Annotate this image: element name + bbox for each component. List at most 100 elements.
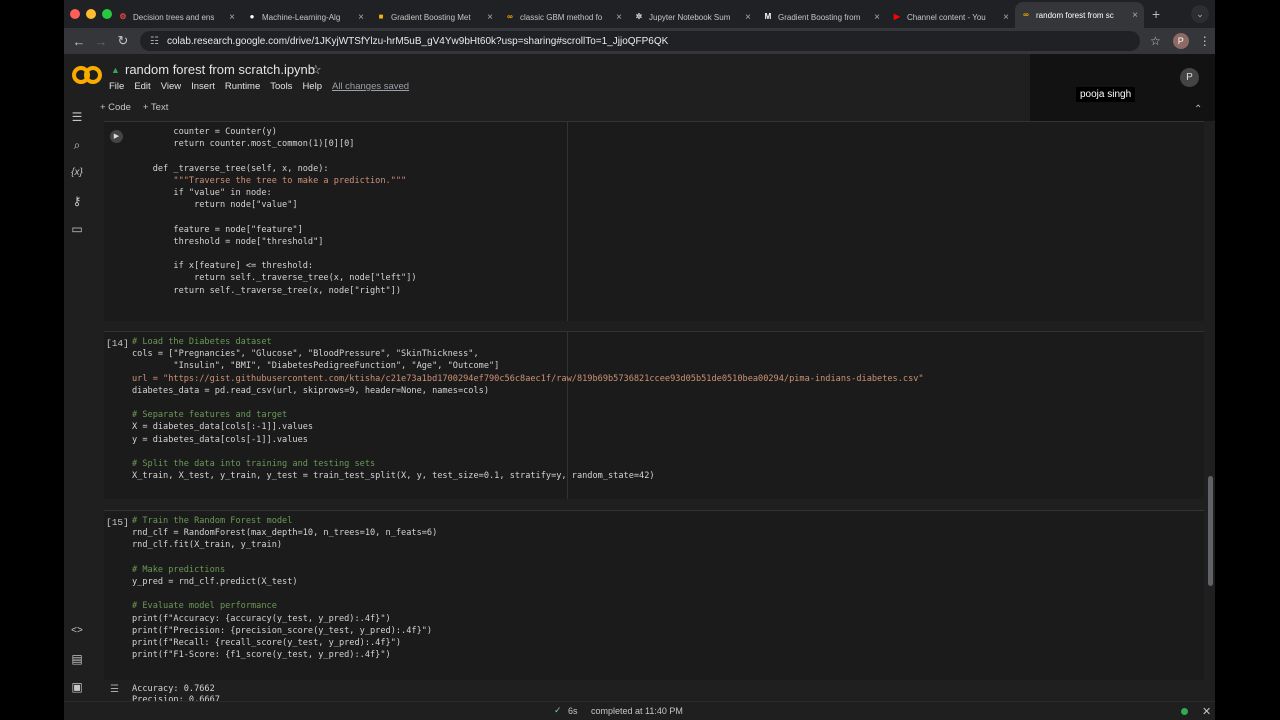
code-snippets-icon[interactable]: <> [70,624,84,638]
code-cell[interactable]: [15] # Train the Random Forest model rnd_… [104,510,1204,680]
menu-insert[interactable]: Insert [191,81,215,92]
youtube-icon: ▶ [893,12,901,21]
code-line: y = diabetes_data[cols[-1]].values [132,434,308,445]
new-tab-icon[interactable]: + [1144,6,1168,22]
cell-source[interactable]: # Train the Random Forest model rnd_clf =… [132,511,1204,680]
colab-icon: ∞ [507,12,513,21]
url-text: colab.research.google.com/drive/1JKyjWTS… [166,35,669,47]
menu-help[interactable]: Help [302,81,322,92]
code-line: """Traverse the tree to make a predictio… [132,175,407,186]
tab-search-icon[interactable]: ⌄ [1191,5,1209,23]
browser-tab[interactable]: M Gradient Boosting from × [757,6,886,28]
browser-tab[interactable]: ● Machine-Learning-Alg × [241,6,370,28]
close-tab-icon[interactable]: × [745,12,751,23]
address-toolbar: ← → ↻ ☷ colab.research.google.com/drive/… [64,28,1215,54]
bookmark-star-icon[interactable]: ☆ [1150,34,1161,48]
browser-menu-icon[interactable]: ⋮ [1199,34,1211,48]
address-bar[interactable]: ☷ colab.research.google.com/drive/1JKyjW… [140,31,1140,51]
code-line: threshold = node["threshold"] [132,236,324,247]
output-menu-icon[interactable]: ☰ [110,684,119,695]
close-tab-icon[interactable]: × [1003,12,1009,23]
code-line: counter = Counter(y) [132,127,277,137]
tab-strip: ⚙ Decision trees and ens × ● Machine-Learnin… [64,0,1215,28]
terminal-icon[interactable]: ▣ [70,680,84,694]
code-line: # Load the Diabetes dataset [132,337,272,347]
files-folder-icon[interactable]: ▭ [70,222,84,236]
scrollbar-thumb[interactable] [1208,476,1213,586]
command-palette-icon[interactable]: ▤ [70,652,84,666]
colab-icon: ∞ [1023,10,1029,19]
profile-avatar[interactable]: P [1172,33,1189,49]
menu-file[interactable]: File [109,81,124,92]
cell-source[interactable]: # Load the Diabetes dataset cols = ["Preg… [132,332,1204,499]
code-line: cols = ["Pregnancies", "Glucose", "Blood… [132,349,479,360]
menu-tools[interactable]: Tools [270,81,292,92]
tab-title: Gradient Boosting Met [391,12,471,22]
table-of-contents-icon[interactable]: ☰ [70,110,84,124]
close-tab-icon[interactable]: × [1132,10,1138,21]
close-tab-icon[interactable]: × [358,12,364,23]
browser-tabs: ⚙ Decision trees and ens × ● Machine-Learnin… [112,0,1144,28]
notebook-title[interactable]: random forest from scratch.ipynb [125,62,315,77]
code-line: X = diabetes_data[cols[:-1]].values [132,422,314,433]
close-tab-icon[interactable]: × [616,12,622,23]
browser-tab[interactable]: ▶ Channel content - You × [886,6,1015,28]
success-check-icon: ✓ [554,705,562,715]
close-tab-icon[interactable]: × [874,12,880,23]
run-cell-icon[interactable]: ▶ [110,130,123,143]
menu-view[interactable]: View [161,81,181,92]
browser-tab[interactable]: ∞ random forest from sc × [1015,2,1144,28]
execution-count: [14] [106,338,129,349]
minimize-window-icon[interactable] [86,9,96,19]
browser-tab[interactable]: ⚙ Decision trees and ens × [112,6,241,28]
browser-tab[interactable]: ■ Gradient Boosting Met × [370,6,499,28]
search-icon[interactable]: ⌕ [70,138,84,152]
save-status-link[interactable]: All changes saved [332,81,409,92]
account-avatar[interactable]: P [1180,68,1199,87]
code-line: rnd_clf = RandomForest(max_depth=10, n_t… [132,528,438,539]
back-icon[interactable]: ← [68,34,90,49]
star-notebook-icon[interactable]: ☆ [310,62,322,78]
menu-runtime[interactable]: Runtime [225,81,260,92]
cell-output: ☰ Accuracy: 0.7662 Precision: 0.6667 [104,681,1204,705]
notebook-scrollbar[interactable] [1206,121,1215,681]
tab-title: Gradient Boosting from [778,12,861,22]
menu-edit[interactable]: Edit [134,81,150,92]
code-line: "Insulin", "BMI", "DiabetesPedigreeFunct… [132,361,500,372]
tab-title: Machine-Learning-Alg [262,12,341,22]
cell-source[interactable]: counter = Counter(y) return counter.most… [132,122,1204,321]
browser-tab[interactable]: ✲ Jupyter Notebook Sum × [628,6,757,28]
code-cell[interactable]: [14] # Load the Diabetes dataset cols = [… [104,331,1204,499]
code-line: print(f"F1-Score: {f1_score(y_test, y_pr… [132,650,391,661]
colab-logo-icon[interactable] [72,66,102,86]
code-line: y_pred = rnd_clf.predict(X_test) [132,577,298,587]
secrets-key-icon[interactable]: ⚷ [70,194,84,208]
code-line: return counter.most_common(1)[0][0] [132,139,355,150]
collapse-header-icon[interactable]: ⌃ [1194,104,1202,115]
code-line: if "value" in node: [132,188,272,198]
browser-tab[interactable]: ∞ classic GBM method fo × [499,6,628,28]
close-window-icon[interactable] [70,9,80,19]
browser-window: ⚙ Decision trees and ens × ● Machine-Learnin… [64,0,1215,720]
forward-icon[interactable]: → [90,34,112,49]
tab-title: Channel content - You [907,12,986,22]
medium-icon: M [764,12,772,21]
code-cell[interactable]: ▶ counter = Counter(y) return counter.mo… [104,121,1204,321]
add-text-cell-button[interactable]: + Text [143,102,168,113]
code-line: def _traverse_tree(self, x, node): [132,163,329,174]
close-tab-icon[interactable]: × [229,12,235,23]
close-status-icon[interactable]: ✕ [1202,705,1211,718]
reload-icon[interactable]: ↻ [112,33,134,49]
execution-count: [15] [106,517,129,528]
add-code-cell-button[interactable]: + Code [100,102,131,113]
close-tab-icon[interactable]: × [487,12,493,23]
variables-icon[interactable]: {x} [70,166,84,180]
zoom-window-icon[interactable] [102,9,112,19]
site-info-icon[interactable]: ☷ [150,36,159,47]
runtime-connected-icon[interactable] [1181,708,1188,715]
code-line: rnd_clf.fit(X_train, y_train) [132,540,283,551]
